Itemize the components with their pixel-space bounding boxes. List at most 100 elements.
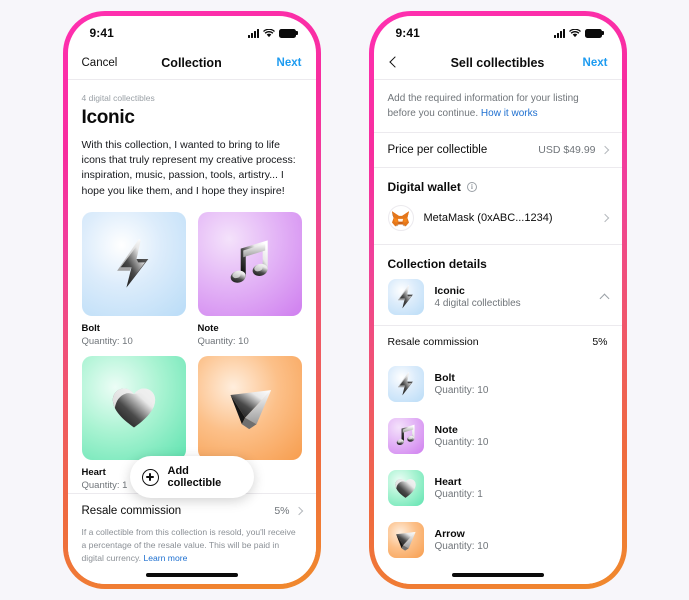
status-time: 9:41 [395, 26, 420, 40]
right-content: Add the required information for your li… [373, 80, 622, 584]
resale-panel: Resale commission 5% If a collectible fr… [67, 492, 316, 584]
wallet-name: MetaMask (0xABC...1234) [423, 212, 553, 224]
cellular-signal-icon [553, 28, 565, 38]
collectible-quantity: Quantity: 10 [197, 335, 249, 347]
next-button[interactable]: Next [259, 57, 302, 69]
cellular-signal-icon [247, 28, 259, 38]
resale-commission-label: Resale commission [387, 336, 479, 348]
item-thumbnail [387, 470, 424, 506]
note-icon [223, 237, 277, 291]
collectible-quantity: Quantity: 10 [81, 335, 133, 347]
item-thumbnail [387, 418, 424, 454]
home-indicator [451, 573, 544, 577]
left-scroll-body: 4 digital collectibles Iconic With this … [68, 80, 316, 491]
status-icons [553, 28, 604, 38]
item-quantity: Quantity: 10 [434, 385, 489, 396]
item-name: Arrow [434, 528, 465, 540]
phone-left-screen: 9:41 Cancel Collection Next 4 digital co… [67, 16, 316, 584]
item-quantity: Quantity: 10 [434, 541, 489, 552]
battery-icon [584, 28, 604, 38]
left-content: 4 digital collectibles Iconic With this … [67, 80, 316, 584]
collection-description: With this collection, I wanted to bring … [81, 139, 296, 197]
item-name: Heart [434, 476, 462, 488]
status-icons [247, 28, 298, 38]
collectible-name: Note [197, 322, 219, 334]
list-item[interactable]: Arrow Quantity: 10 [374, 514, 622, 566]
resale-commission-value: 5% [592, 336, 608, 348]
chevron-up-icon[interactable] [599, 293, 609, 304]
list-item[interactable]: Note Quantity: 10 [374, 410, 622, 462]
chevron-left-icon [388, 55, 401, 68]
item-quantity: Quantity: 1 [434, 489, 483, 500]
item-meta: Bolt Quantity: 10 [435, 372, 489, 396]
collectible-card[interactable]: Bolt Quantity: 10 [81, 211, 186, 347]
chevron-right-icon [294, 506, 303, 515]
collectible-grid: Bolt Quantity: 10 Note Quantity: 10 Hear… [81, 211, 302, 491]
collectible-thumbnail [81, 211, 186, 316]
bolt-icon [393, 371, 419, 397]
plus-circle-icon [141, 468, 159, 486]
learn-more-link[interactable]: Learn more [143, 553, 187, 563]
metamask-fox-icon [387, 205, 414, 231]
item-meta: Arrow Quantity: 10 [435, 528, 489, 552]
collectible-thumbnail [197, 211, 302, 316]
nav-bar-left: Cancel Collection Next [67, 46, 316, 80]
screenshot-canvas: 9:41 Cancel Collection Next 4 digital co… [0, 0, 689, 600]
home-indicator-wrap [373, 560, 622, 584]
resale-disclaimer: If a collectible from this collection is… [82, 526, 302, 565]
chevron-right-icon [600, 213, 609, 223]
phone-left: 9:41 Cancel Collection Next 4 digital co… [62, 11, 321, 589]
item-quantity: Quantity: 10 [434, 437, 489, 448]
resale-commission-row: Resale commission 5% [374, 326, 622, 358]
intro-text: Add the required information for your li… [374, 80, 622, 132]
collection-name: Iconic [434, 285, 465, 297]
collection-details-heading: Collection details [374, 245, 622, 273]
wallet-row[interactable]: MetaMask (0xABC...1234) [374, 196, 622, 244]
add-collectible-button[interactable]: Add collectible [129, 456, 254, 498]
arrow-icon [224, 382, 276, 434]
collectible-thumbnail [197, 355, 302, 460]
info-icon[interactable]: i [466, 182, 477, 192]
arrow-icon [393, 528, 418, 553]
phone-right-screen: 9:41 Sell collectibles Next Add the requ… [373, 16, 622, 584]
price-value: USD $49.99 [538, 144, 596, 156]
how-it-works-link[interactable]: How it works [481, 108, 538, 119]
nav-bar-right: Sell collectibles Next [373, 46, 622, 80]
resale-commission-row[interactable]: Resale commission 5% [81, 504, 303, 517]
collection-subtitle: 4 digital collectibles [434, 298, 521, 309]
resale-commission-label: Resale commission [81, 504, 182, 517]
collectible-thumbnail [81, 355, 186, 460]
collection-details-label: Collection details [387, 257, 487, 271]
collectible-card[interactable]: Note Quantity: 10 [197, 211, 302, 347]
collection-meta: Iconic 4 digital collectibles [435, 285, 590, 309]
next-button[interactable]: Next [565, 57, 608, 69]
list-item[interactable]: Heart Quantity: 1 [374, 462, 622, 514]
collectible-name: Bolt [81, 322, 100, 334]
digital-wallet-label: Digital wallet [387, 180, 461, 194]
resale-commission-value: 5% [274, 504, 290, 517]
home-indicator [145, 573, 238, 577]
collection-summary-row[interactable]: Iconic 4 digital collectibles [374, 273, 622, 325]
page-title: Collection [161, 55, 222, 70]
heart-icon [393, 476, 418, 501]
status-time: 9:41 [89, 26, 114, 40]
back-button[interactable] [388, 55, 430, 69]
battery-icon [278, 28, 298, 38]
resale-commission-value-group: 5% [274, 504, 303, 517]
add-collectible-label: Add collectible [167, 465, 222, 489]
item-name: Note [434, 424, 458, 436]
page-title: Sell collectibles [450, 55, 545, 70]
item-thumbnail [387, 522, 424, 558]
wifi-icon [262, 28, 275, 37]
heart-icon [108, 382, 160, 434]
bolt-icon [107, 237, 161, 291]
bolt-icon [393, 284, 419, 310]
price-label: Price per collectible [387, 144, 488, 156]
price-per-collectible-row[interactable]: Price per collectible USD $49.99 [374, 133, 622, 167]
cancel-button[interactable]: Cancel [82, 57, 124, 69]
note-icon [393, 423, 419, 449]
list-item[interactable]: Bolt Quantity: 10 [374, 358, 622, 410]
digital-wallet-heading: Digital wallet i [374, 168, 622, 196]
collection-title: Iconic [81, 107, 135, 128]
item-thumbnail [387, 366, 424, 402]
